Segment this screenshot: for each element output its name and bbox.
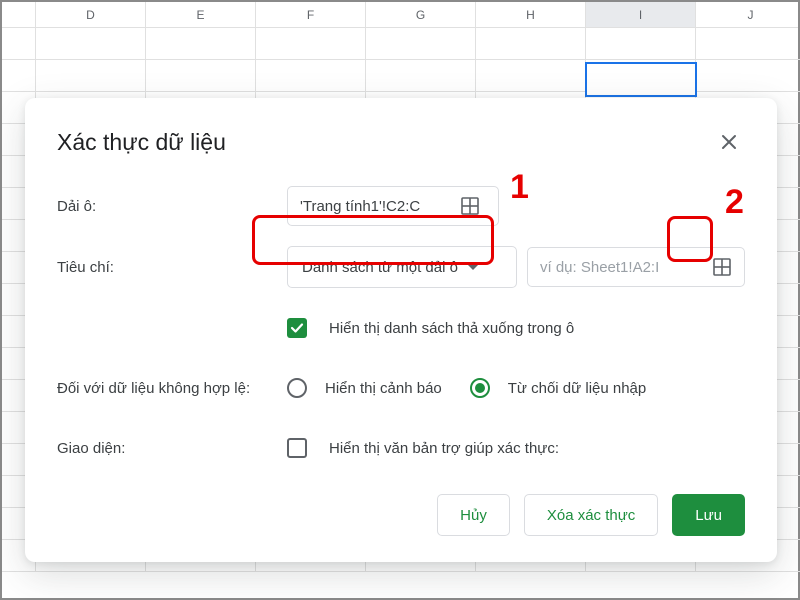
radio-show-warning[interactable] <box>287 378 307 398</box>
radio-reject-input[interactable] <box>470 378 490 398</box>
criteria-dropdown[interactable]: Danh sách từ một dải ô <box>287 246 517 288</box>
col-header[interactable]: H <box>476 2 586 27</box>
close-icon <box>721 134 737 150</box>
column-headers: D E F G H I J <box>2 2 798 28</box>
chevron-down-icon <box>468 265 478 270</box>
radio-reject-input-label: Từ chối dữ liệu nhập <box>508 380 647 397</box>
appearance-label: Giao diện: <box>57 440 287 457</box>
data-validation-dialog: Xác thực dữ liệu Dải ô: Tiêu chí: Danh s… <box>25 98 777 562</box>
show-dropdown-checkbox[interactable] <box>287 318 307 338</box>
radio-show-warning-label: Hiển thị cảnh báo <box>325 380 442 397</box>
cancel-button[interactable]: Hủy <box>437 494 510 536</box>
criteria-label: Tiêu chí: <box>57 259 287 276</box>
col-header[interactable]: F <box>256 2 366 27</box>
col-header[interactable]: D <box>36 2 146 27</box>
range-label: Dải ô: <box>57 198 287 215</box>
grid-icon <box>713 258 731 276</box>
range-input[interactable] <box>298 197 448 216</box>
col-header[interactable]: G <box>366 2 476 27</box>
show-dropdown-label: Hiển thị danh sách thả xuống trong ô <box>329 320 574 337</box>
grid-icon <box>461 197 479 215</box>
close-button[interactable] <box>713 126 745 158</box>
invalid-data-label: Đối với dữ liệu không hợp lệ: <box>57 380 287 397</box>
remove-validation-button[interactable]: Xóa xác thực <box>524 494 658 536</box>
range-input-wrap <box>287 186 499 226</box>
help-text-label: Hiển thị văn bản trợ giúp xác thực: <box>329 440 559 457</box>
check-icon <box>290 321 304 335</box>
criteria-range-input-wrap <box>527 247 745 287</box>
col-header-active[interactable]: I <box>586 2 696 27</box>
help-text-checkbox[interactable] <box>287 438 307 458</box>
col-header[interactable]: J <box>696 2 800 27</box>
save-button[interactable]: Lưu <box>672 494 745 536</box>
criteria-select-range-button[interactable] <box>711 253 734 281</box>
col-header[interactable]: E <box>146 2 256 27</box>
select-range-button[interactable] <box>456 192 484 220</box>
criteria-range-input[interactable] <box>538 258 703 277</box>
dialog-title: Xác thực dữ liệu <box>57 129 226 156</box>
criteria-dropdown-label: Danh sách từ một dải ô <box>302 259 458 276</box>
